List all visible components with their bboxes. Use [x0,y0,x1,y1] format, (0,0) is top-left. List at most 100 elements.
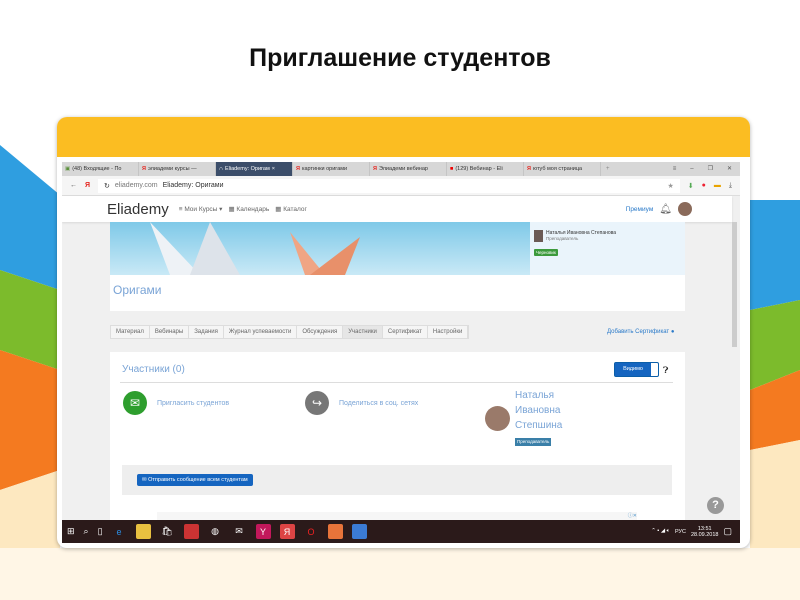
ext-icon[interactable]: ● [702,182,706,189]
browser-tab-active[interactable]: ∩ Eliademy: Оригам × [216,162,293,176]
tray-icons[interactable]: ⌃ ▪ ◢ 🔈︎ [651,528,670,535]
search-icon[interactable]: ⌕ [84,526,89,537]
tab-discussions[interactable]: Обсуждения [297,326,344,338]
divider [120,382,673,383]
close-window-icon[interactable]: ✕ [727,162,732,176]
invite-label: Пригласить студентов [157,399,230,407]
teacher-role: Преподаватель [546,236,579,241]
tab-gradebook[interactable]: Журнал успеваемости [224,326,298,338]
language-indicator[interactable]: РУС [675,529,686,535]
tab-label: картинки оригами [301,166,348,172]
add-certificate-link[interactable]: Добавить Сертификат ● [607,329,674,335]
avatar[interactable] [678,202,692,216]
ad-close-icon[interactable]: ⓘ✕ [628,512,637,519]
share-icon: ↪ [305,391,329,415]
nav-my-courses[interactable]: ≡ Мои Курсы ▾ [179,205,223,213]
tab-label: ютуб моя страница [532,166,583,172]
teacher-first-name: Наталья [515,390,555,401]
windows-taskbar: ⊞ ⌕ ▯ e 🛍︎ ◍ ✉ Y Я O ⌃ ▪ ◢ 🔈︎ РУС 13:51 28.… [62,520,740,543]
task-view-icon[interactable]: ▯ [98,526,103,537]
nav-catalog[interactable]: ▦ Каталог [275,205,307,213]
tab-label: Элиадеми вебинар [378,166,428,172]
yandex-icon[interactable]: Я [279,524,295,539]
help-chat-icon[interactable]: ? [707,497,724,514]
close-icon[interactable]: × [272,166,275,172]
restore-icon[interactable]: ❐ [708,162,713,176]
help-icon[interactable]: ❓︎ [663,365,668,376]
explorer-icon[interactable] [135,524,151,539]
yandex-icon[interactable]: Я [85,182,90,189]
browser-screenshot: ▣ (48) Входящие - По Яэлиадеми курсы — ∩ E… [62,162,740,543]
browser-tab[interactable]: Яэлиадеми курсы — [139,162,216,176]
new-tab-button[interactable]: + [601,162,615,176]
envelope-icon: ✉ [123,391,147,415]
bell-icon[interactable]: 🔔︎ [659,204,672,215]
browser-tab[interactable]: ▣ (48) Входящие - По [62,162,139,176]
frame-header-band [57,117,750,157]
url-domain: eliademy.com [114,182,158,189]
grid-icon: ▦ [275,206,282,213]
nav-label: Календарь [236,206,270,213]
nav-calendar[interactable]: ▦ Календарь [228,205,269,213]
visibility-toggle[interactable]: Видимо [614,362,659,377]
teacher-photo [485,406,510,431]
address-bar: ← Я ↻ eliademy.com Eliademy: Оригами ★ ⬇ ● ▬ ⤓ [62,176,740,196]
word-icon[interactable] [351,524,367,539]
clock[interactable]: 13:51 28.09.2018 [691,526,719,538]
tab-assignments[interactable]: Задания [189,326,224,338]
notifications-icon[interactable]: ▢ [723,526,732,537]
battery-icon[interactable]: ▬ [714,182,721,189]
browser-tab[interactable]: ■ (129) Вебинар - Eli [447,162,524,176]
teacher-last-name: Степшина [515,420,563,431]
app-icon[interactable]: ◍ [208,524,223,539]
browser-tab[interactable]: Якартинки оригами [293,162,370,176]
invite-students-button[interactable]: ✉ Пригласить студентов [123,391,229,415]
downloads-icon[interactable]: ⤓ [729,182,732,190]
reload-icon[interactable]: ↻ [104,182,110,190]
app-icon[interactable] [183,524,199,539]
tab-label: (48) Входящие - По [72,166,122,172]
opera-icon[interactable]: O [304,524,319,539]
ad-banner: ⓘ✕ [157,512,637,520]
screenshot-frame: ▣ (48) Входящие - По Яэлиадеми курсы — ∩ E… [57,117,750,548]
teacher-avatar [534,230,543,242]
teacher-card[interactable]: Наталья Ивановна Степшина Преподаватель [515,388,562,448]
site-logo[interactable]: Eliademy [107,201,169,218]
status-badge: Черновик [534,249,558,256]
mail-icon[interactable]: ✉ [232,524,247,539]
tab-participants[interactable]: Участники [343,326,383,338]
send-all-students-button[interactable]: ✉ Отправить сообщение всем студентам [137,474,253,486]
origami-image [150,222,360,275]
menu-icon[interactable]: ≡ [673,162,677,176]
url-input[interactable]: ↻ eliademy.com Eliademy: Оригами ★ [98,178,680,193]
course-tabs: Материал Вебинары Задания Журнал успевае… [110,325,470,339]
scrollbar[interactable] [732,222,737,347]
tab-material[interactable]: Материал [111,326,150,338]
share-label: Поделиться в соц. сетях [339,399,419,407]
back-icon[interactable]: ← [70,182,77,189]
date: 28.09.2018 [690,531,719,538]
share-social-button[interactable]: ↪ Поделиться в соц. сетях [305,391,418,415]
tab-webinars[interactable]: Вебинары [150,326,190,338]
site-header: Eliademy ≡ Мои Курсы ▾ ▦ Календарь ▦ Кат… [62,196,732,222]
tab-certificate[interactable]: Сертификат [383,326,428,338]
url-title: Eliademy: Оригами [162,182,224,189]
participants-heading: Участники (0) [122,364,185,375]
browser-tab[interactable]: Яютуб моя страница [524,162,601,176]
tab-settings[interactable]: Настройки [428,326,469,338]
calendar-icon: ▦ [228,206,235,213]
nav-label: Мои Курсы [184,206,218,213]
premium-link[interactable]: Премиум [626,206,654,213]
download-ext-icon[interactable]: ⬇ [688,182,694,190]
yandex-browser-icon[interactable]: Y [255,524,271,539]
browser-tab[interactable]: Я Элиадеми вебинар [370,162,447,176]
browser-tab-bar: ▣ (48) Входящие - По Яэлиадеми курсы — ∩ E… [62,162,740,176]
powerpoint-icon[interactable] [327,524,343,539]
star-icon[interactable]: ★ [668,182,674,190]
nav-label: Каталог [283,206,307,213]
minimize-icon[interactable]: – [690,162,693,176]
edge-icon[interactable]: e [112,524,127,539]
start-icon[interactable]: ⊞ [67,526,75,537]
store-icon[interactable]: 🛍︎ [160,524,175,539]
add-certificate-label: Добавить Сертификат [607,329,670,335]
